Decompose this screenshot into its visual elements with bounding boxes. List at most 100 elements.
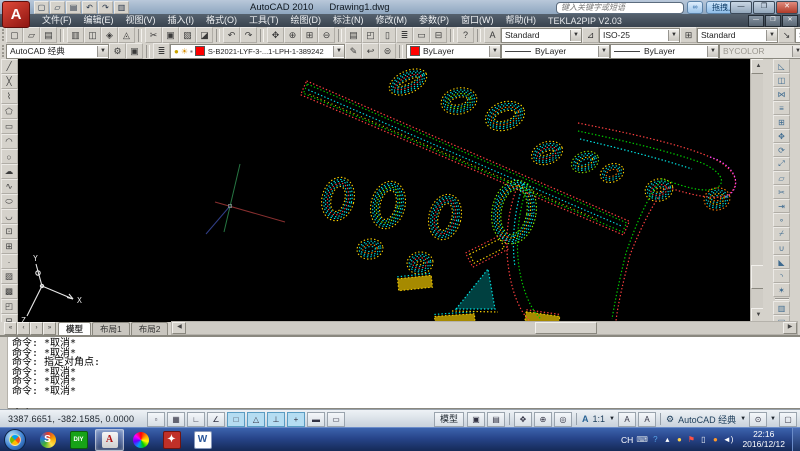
tab-next-button[interactable]: ›	[30, 322, 43, 335]
3ddwf-icon[interactable]: ◬	[118, 27, 135, 43]
steering-wheel-icon[interactable]: ◎	[554, 412, 572, 427]
chamfer-icon[interactable]: ◣	[773, 255, 790, 269]
start-button[interactable]	[4, 429, 26, 451]
tray-keyboard-icon[interactable]: ⌨	[636, 435, 648, 445]
plot-preview-icon[interactable]: ◫	[84, 27, 101, 43]
construction-line-icon[interactable]: ╳	[1, 74, 18, 89]
circle-icon[interactable]: ○	[1, 149, 18, 164]
tab-last-button[interactable]: »	[43, 322, 56, 335]
insert-block-icon[interactable]: ⊡	[1, 224, 18, 239]
bring-to-front-icon[interactable]: ▥	[773, 301, 790, 315]
help-icon[interactable]: ?	[457, 27, 474, 43]
undo-icon[interactable]: ↶	[223, 27, 240, 43]
model-space-button[interactable]: 模型	[434, 412, 464, 427]
menu-help[interactable]: 帮助(H)	[500, 14, 543, 27]
show-desktop-button[interactable]	[792, 428, 800, 451]
toolbar-grip[interactable]	[2, 45, 4, 57]
lwt-toggle[interactable]: ▬	[307, 412, 325, 427]
text-style-icon[interactable]: A	[484, 27, 501, 43]
new-icon[interactable]: ▢	[6, 27, 23, 43]
qp-toggle[interactable]: ▭	[327, 412, 345, 427]
menu-parametric[interactable]: 参数(P)	[413, 14, 455, 27]
quickcalc-icon[interactable]: ⊟	[430, 27, 447, 43]
erase-icon[interactable]: ◺	[773, 59, 790, 73]
chevron-down-icon[interactable]: ▼	[489, 46, 500, 57]
toolbar-lock-icon[interactable]: ⊙	[749, 412, 767, 427]
doc-restore-button[interactable]: ❐	[765, 15, 781, 27]
sheet-set-icon[interactable]: ≣	[396, 27, 413, 43]
arc-icon[interactable]: ◠	[1, 134, 18, 149]
polyline-icon[interactable]: ⌇	[1, 89, 18, 104]
color-combo[interactable]: ByLayer▼	[406, 44, 501, 59]
menu-view[interactable]: 视图(V)	[120, 14, 162, 27]
qat-open-icon[interactable]: ▱	[50, 1, 65, 14]
redo-icon[interactable]: ↷	[240, 27, 257, 43]
ortho-toggle[interactable]: ∟	[187, 412, 205, 427]
menu-format[interactable]: 格式(O)	[200, 14, 243, 27]
qat-save-icon[interactable]: ▤	[66, 1, 81, 14]
chevron-down-icon[interactable]: ▼	[707, 46, 718, 57]
linetype-combo[interactable]: ByLayer▼	[501, 44, 610, 59]
quick-view-layouts-icon[interactable]: ▣	[467, 412, 485, 427]
tool-palettes-icon[interactable]: ▯	[379, 27, 396, 43]
polygon-icon[interactable]: ⬠	[1, 104, 18, 119]
menu-modify[interactable]: 修改(M)	[370, 14, 414, 27]
dim-style-icon[interactable]: ⊿	[582, 27, 599, 43]
command-window-grip[interactable]	[0, 337, 8, 411]
offset-icon[interactable]: ≡	[773, 101, 790, 115]
ducs-toggle[interactable]: ⊥	[267, 412, 285, 427]
taskbar-app-autocad[interactable]: A	[95, 429, 124, 451]
layer-combo[interactable]: ● ☀ ▪ S-B2021-LYF-3-...1-LPH-1-389242 ▼	[170, 44, 345, 59]
cut-icon[interactable]: ✂	[145, 27, 162, 43]
chevron-down-icon[interactable]: ▼	[766, 30, 777, 41]
qat-undo-icon[interactable]: ↶	[82, 1, 97, 14]
scroll-right-icon[interactable]: ▶	[783, 322, 797, 334]
ellipse-arc-icon[interactable]: ◡	[1, 209, 18, 224]
language-indicator[interactable]: CH	[621, 435, 633, 445]
workspace-switch-label[interactable]: AutoCAD 经典	[678, 413, 736, 426]
publish-icon[interactable]: ◈	[101, 27, 118, 43]
tray-device-icon[interactable]: ▯	[699, 435, 708, 445]
make-object-layer-current-icon[interactable]: ✎	[345, 43, 362, 59]
designcenter-icon[interactable]: ◰	[362, 27, 379, 43]
menu-window[interactable]: 窗口(W)	[455, 14, 500, 27]
workspace-settings-icon[interactable]: ⚙	[109, 43, 126, 59]
menu-file[interactable]: 文件(F)	[36, 14, 78, 27]
scroll-left-icon[interactable]: ◀	[172, 322, 186, 334]
status-pan-icon[interactable]: ✥	[514, 412, 532, 427]
communication-center-icon[interactable]: ∞	[687, 1, 703, 14]
taskbar-app-diy[interactable]: DIY	[64, 429, 93, 451]
save-icon[interactable]: ▤	[40, 27, 57, 43]
chevron-down-icon[interactable]: ▼	[598, 46, 609, 57]
otrack-toggle[interactable]: △	[247, 412, 265, 427]
window-close-button[interactable]: ✕	[776, 1, 798, 14]
extend-icon[interactable]: ⇥	[773, 199, 790, 213]
tray-help-icon[interactable]: ?	[651, 435, 660, 445]
explode-icon[interactable]: ✶	[773, 283, 790, 297]
break-point-icon[interactable]: ∘	[773, 213, 790, 227]
plot-icon[interactable]: ▥	[67, 27, 84, 43]
autocad-menu-browser-button[interactable]: A	[2, 1, 30, 28]
menu-dimension[interactable]: 标注(N)	[327, 14, 370, 27]
markup-icon[interactable]: ▭	[413, 27, 430, 43]
gradient-icon[interactable]: ▩	[1, 284, 18, 299]
qat-plot-icon[interactable]: ▥	[114, 1, 129, 14]
dyn-toggle[interactable]: +	[287, 412, 305, 427]
vertical-scrollbar[interactable]: ▲ ▼	[750, 59, 764, 322]
taskbar-app-swirl[interactable]: S	[33, 429, 62, 451]
layer-on-icon[interactable]: ●	[174, 47, 179, 56]
clean-screen-button[interactable]: ▢	[779, 412, 797, 427]
text-style-combo[interactable]: Standard▼	[501, 28, 582, 43]
status-zoom-icon[interactable]: ⊕	[534, 412, 552, 427]
chevron-down-icon[interactable]: ▼	[770, 416, 776, 422]
plugin-menu-label[interactable]: TEKLA2PIP V2.03	[542, 16, 628, 26]
horizontal-scrollbar[interactable]: ◀ ▶	[171, 321, 798, 335]
workspace-gear-icon[interactable]: ⚙	[666, 414, 674, 425]
open-icon[interactable]: ▱	[23, 27, 40, 43]
rectangle-icon[interactable]: ▭	[1, 119, 18, 134]
qat-redo-icon[interactable]: ↷	[98, 1, 113, 14]
copy-object-icon[interactable]: ◫	[773, 73, 790, 87]
tab-model[interactable]: 模型	[58, 322, 91, 335]
mleader-style-combo[interactable]: Standard▼	[795, 28, 800, 43]
menu-draw[interactable]: 绘图(D)	[285, 14, 328, 27]
